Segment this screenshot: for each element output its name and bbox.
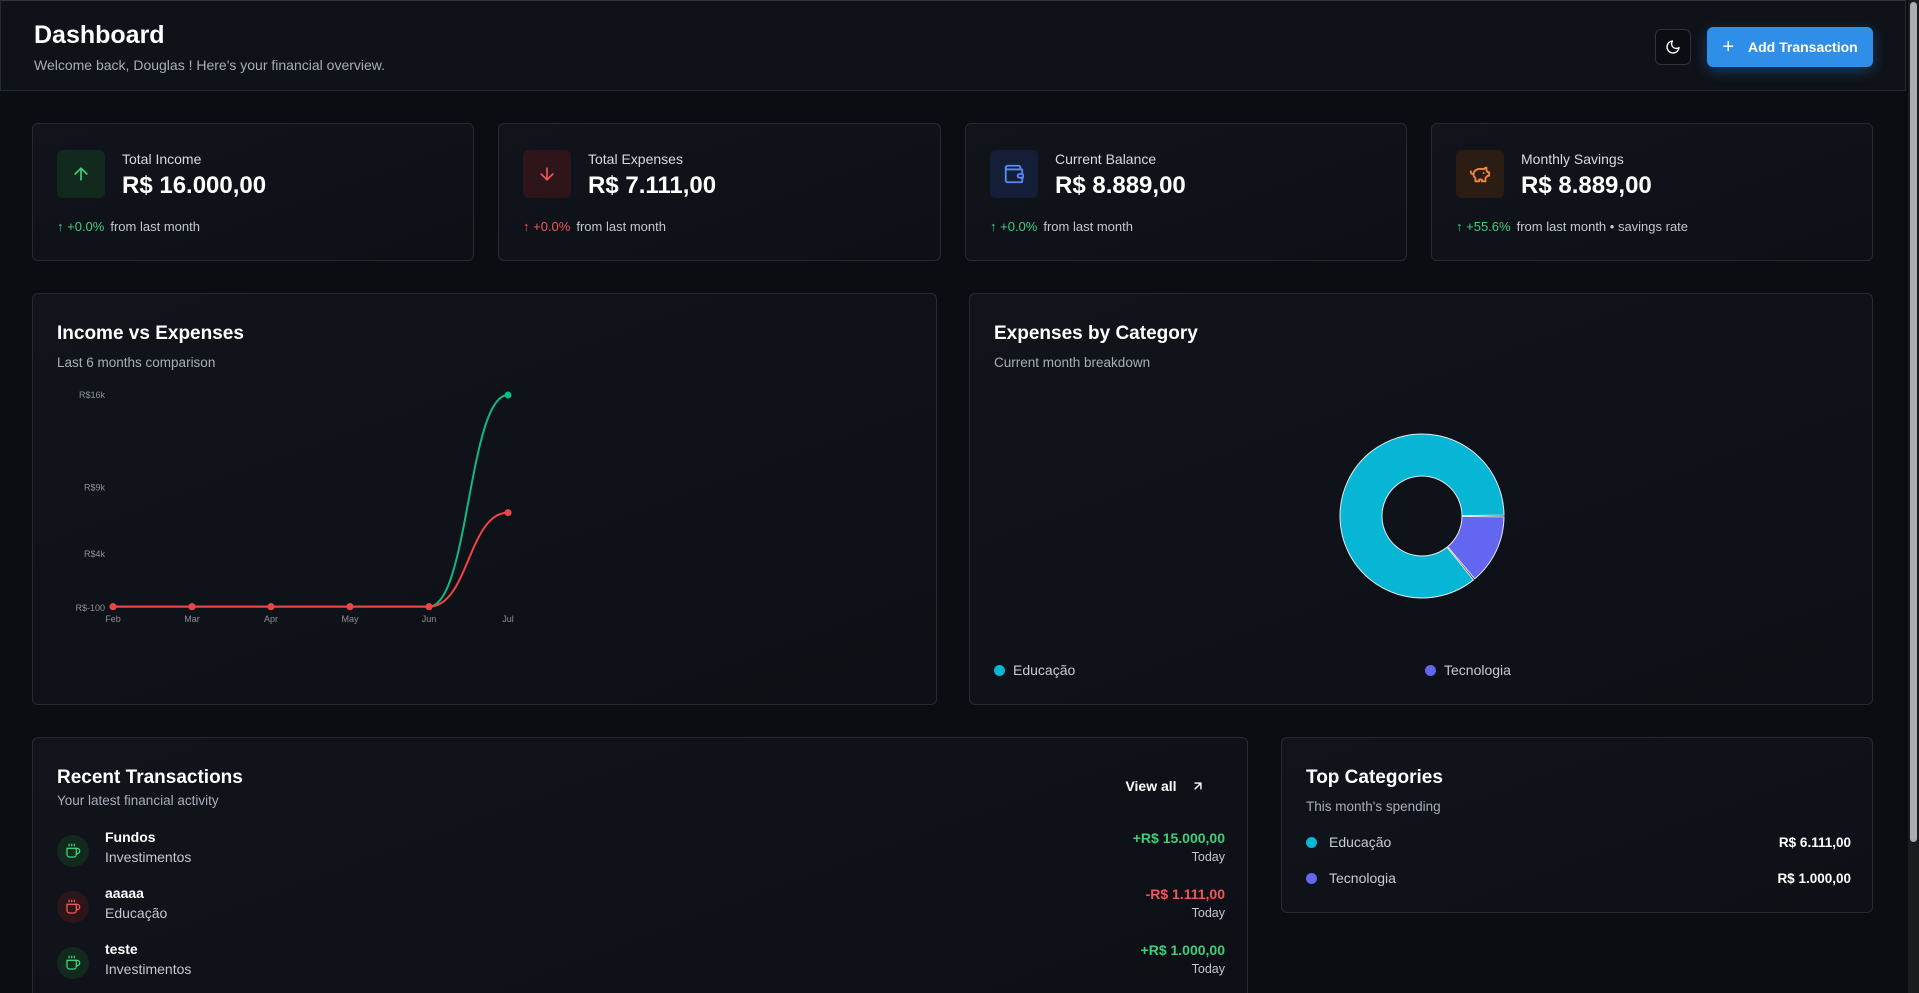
coffee-icon [57,947,89,979]
transaction-amount: +R$ 15.000,00 [1132,830,1225,846]
page-title: Dashboard [34,21,165,49]
add-transaction-label: Add Transaction [1748,39,1858,55]
transaction-category: Educação [105,905,168,921]
y-tick-label: R$-100 [75,603,105,613]
scrollbar[interactable] [1908,0,1919,993]
stat-label: Total Expenses [588,151,683,167]
transaction-amount: +R$ 1.000,00 [1140,942,1225,958]
category-donut-chart [1339,433,1505,599]
stat-card-current-balance: Current Balance R$ 8.889,00 ↑ +0.0% from… [965,123,1407,261]
expenses-point[interactable] [425,603,433,611]
transaction-row[interactable]: Fundos Investimentos +R$ 15.000,00 Today [57,829,1225,873]
stat-label: Monthly Savings [1521,151,1624,167]
stat-card-total-income: Total Income R$ 16.000,00 ↑ +0.0% from l… [32,123,474,261]
top-category-item[interactable]: Tecnologia R$ 1.000,00 [1306,868,1851,888]
page-header: Dashboard Welcome back, Douglas ! Here's… [0,0,1906,91]
view-all-label: View all [1125,778,1177,794]
view-all-button[interactable]: View all [1111,770,1219,802]
stat-card-monthly-savings: Monthly Savings R$ 8.889,00 ↑ +55.6% fro… [1431,123,1873,261]
panel-title: Recent Transactions [57,767,243,788]
wallet-icon [990,150,1038,198]
stat-value: R$ 16.000,00 [122,172,267,199]
transaction-row[interactable]: aaaaa Educação -R$ 1.111,00 Today [57,885,1225,929]
transaction-date: Today [1191,850,1225,864]
x-tick-label: Mar [184,614,200,624]
expenses-line [112,511,509,608]
stat-value: R$ 8.889,00 [1055,172,1186,199]
transaction-name: aaaaa [105,885,144,901]
legend-label: Educação [1013,662,1076,678]
page-subtitle: Welcome back, Douglas ! Here's your fina… [34,57,386,73]
y-tick-label: R$4k [84,549,106,559]
category-dot [1306,836,1317,848]
income-point[interactable] [504,391,512,399]
expenses-point[interactable] [109,603,117,611]
transaction-amount: -R$ 1.111,00 [1145,886,1225,902]
x-tick-label: Jun [422,614,437,624]
transaction-row[interactable]: teste Investimentos +R$ 1.000,00 Today [57,941,1225,985]
coffee-icon [57,835,89,867]
scrollbar-thumb[interactable] [1910,2,1917,842]
panel-subtitle: Your latest financial activity [57,793,219,808]
arrow-up-right-icon [1193,782,1202,790]
legend-item-educacao[interactable]: Educação [994,662,1075,678]
transaction-date: Today [1191,962,1225,976]
x-tick-label: Apr [264,614,278,624]
income-expenses-line-chart: R$-100 R$4k R$9k R$16k Feb Mar Apr May Jun Jul [75,390,514,624]
category-name: Tecnologia [1329,870,1396,886]
expenses-point[interactable] [504,509,512,517]
category-name: Educação [1329,834,1392,850]
top-category-item[interactable]: Educação R$ 6.111,00 [1306,832,1851,852]
moon-icon [1666,40,1680,54]
add-transaction-button[interactable]: + Add Transaction [1707,27,1873,67]
category-dot [1306,872,1317,884]
piggy-bank-icon [1456,150,1504,198]
transaction-category: Investimentos [105,849,192,865]
stat-value: R$ 8.889,00 [1521,172,1652,199]
y-tick-label: R$16k [79,390,106,400]
stat-value: R$ 7.111,00 [588,172,717,199]
stat-change: ↑ +0.0% [523,219,571,234]
panel-subtitle: This month's spending [1306,799,1441,814]
legend-label: Tecnologia [1444,662,1511,678]
panel-title: Top Categories [1306,767,1443,788]
recent-transactions-card: Recent Transactions Your latest financia… [32,737,1248,993]
arrow-down-icon [523,150,571,198]
transaction-name: Fundos [105,829,156,845]
stat-note: from last month [1043,219,1133,234]
x-tick-label: Jul [502,614,514,624]
theme-toggle-button[interactable] [1655,29,1691,65]
arrow-up-icon [57,150,105,198]
legend-item-tecnologia[interactable]: Tecnologia [1425,662,1511,678]
legend-dot [1425,664,1436,676]
x-tick-label: May [341,614,359,624]
stat-change: ↑ +55.6% [1456,219,1511,234]
transaction-date: Today [1191,906,1225,920]
stat-card-total-expenses: Total Expenses R$ 7.111,00 ↑ +0.0% from … [498,123,941,261]
income-vs-expenses-card: Income vs Expenses Last 6 months compari… [32,293,937,705]
category-amount: R$ 6.111,00 [1778,834,1851,850]
expenses-by-category-card: Expenses by Category Current month break… [969,293,1873,705]
stat-note: from last month [576,219,666,234]
coffee-icon [57,891,89,923]
top-categories-card: Top Categories This month's spending Edu… [1281,737,1873,913]
transaction-category: Investimentos [105,961,192,977]
stat-label: Total Income [122,151,202,167]
transaction-name: teste [105,941,138,957]
stat-label: Current Balance [1055,151,1157,167]
expenses-point[interactable] [188,603,196,611]
legend-dot [994,664,1005,676]
category-amount: R$ 1.000,00 [1777,870,1851,886]
stat-change: ↑ +0.0% [57,219,105,234]
expenses-point[interactable] [267,603,275,611]
stat-note: from last month [110,219,200,234]
plus-icon: + [1722,36,1734,58]
stat-change: ↑ +0.0% [990,219,1038,234]
income-line [112,394,509,608]
x-tick-label: Feb [105,614,121,624]
expenses-point[interactable] [346,603,354,611]
stat-note: from last month • savings rate [1516,219,1689,234]
y-tick-label: R$9k [84,483,106,493]
